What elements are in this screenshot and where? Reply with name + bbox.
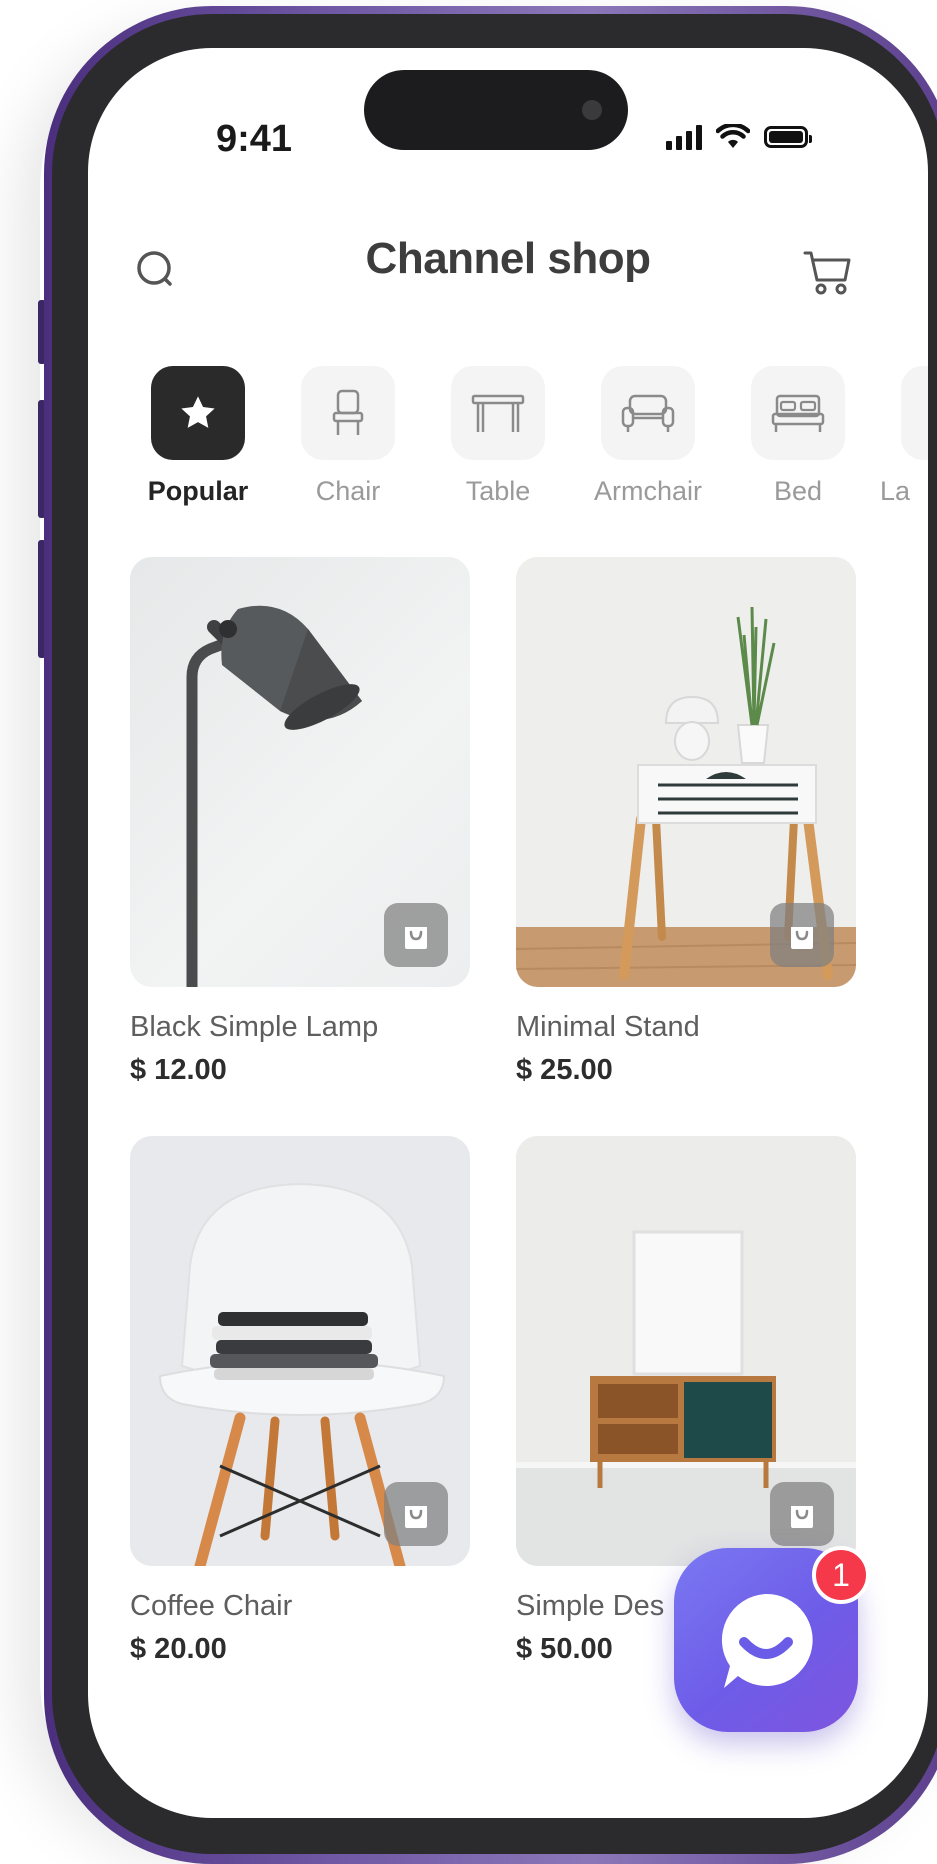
lamp-icon — [901, 366, 928, 460]
add-to-bag-button[interactable] — [770, 903, 834, 967]
category-chair[interactable]: Chair — [278, 366, 418, 507]
category-tabs: Popular Chair Table Armchair Bed La — [88, 366, 928, 506]
cart-button[interactable] — [800, 244, 856, 300]
product-card[interactable]: Black Simple Lamp $ 12.00 — [130, 557, 470, 1087]
product-image — [130, 1136, 470, 1566]
category-label: La — [880, 476, 911, 506]
product-card[interactable]: Coffee Chair $ 20.00 — [130, 1136, 470, 1666]
shopping-bag-icon — [405, 1506, 427, 1528]
shopping-bag-icon — [791, 927, 813, 949]
category-label: Table — [465, 476, 531, 506]
category-bed[interactable]: Bed — [728, 366, 868, 507]
cart-icon — [803, 251, 851, 295]
category-label: Popular — [147, 476, 249, 506]
wifi-icon — [716, 124, 750, 148]
product-image — [516, 557, 856, 987]
add-to-bag-button[interactable] — [770, 1482, 834, 1546]
armchair-icon — [621, 394, 675, 432]
add-to-bag-button[interactable] — [384, 903, 448, 967]
camera-dot — [582, 100, 602, 120]
status-icons — [666, 124, 812, 150]
notification-badge: 1 — [812, 1546, 870, 1604]
product-name: Minimal Stand — [516, 1011, 700, 1043]
chair-icon — [332, 389, 364, 435]
star-icon — [181, 396, 215, 428]
category-table[interactable]: Table — [428, 366, 568, 507]
category-label: Bed — [773, 476, 823, 506]
category-armchair[interactable]: Armchair — [578, 366, 718, 507]
product-image — [130, 557, 470, 987]
add-to-bag-button[interactable] — [384, 1482, 448, 1546]
table-icon — [471, 394, 525, 432]
dynamic-island — [364, 70, 628, 150]
product-price: $ 20.00 — [130, 1633, 227, 1665]
product-price: $ 12.00 — [130, 1054, 227, 1086]
category-label: Armchair — [593, 476, 702, 506]
battery-icon — [764, 126, 812, 148]
cellular-signal-icon — [666, 124, 702, 150]
phone-screen: 9:41 Channel shop Popular Chair Table Ar… — [88, 48, 928, 1818]
shopping-bag-icon — [405, 927, 427, 949]
product-image — [516, 1136, 856, 1566]
category-popular[interactable]: Popular — [128, 366, 268, 507]
product-card[interactable]: Minimal Stand $ 25.00 — [516, 557, 856, 1087]
product-name: Black Simple Lamp — [130, 1011, 379, 1043]
product-price: $ 25.00 — [516, 1054, 613, 1086]
category-label: Chair — [315, 476, 381, 506]
product-name: Coffee Chair — [130, 1590, 293, 1622]
status-time: 9:41 — [216, 118, 293, 160]
category-lamp[interactable]: La — [878, 366, 928, 507]
bed-icon — [771, 394, 825, 432]
shopping-bag-icon — [791, 1506, 813, 1528]
